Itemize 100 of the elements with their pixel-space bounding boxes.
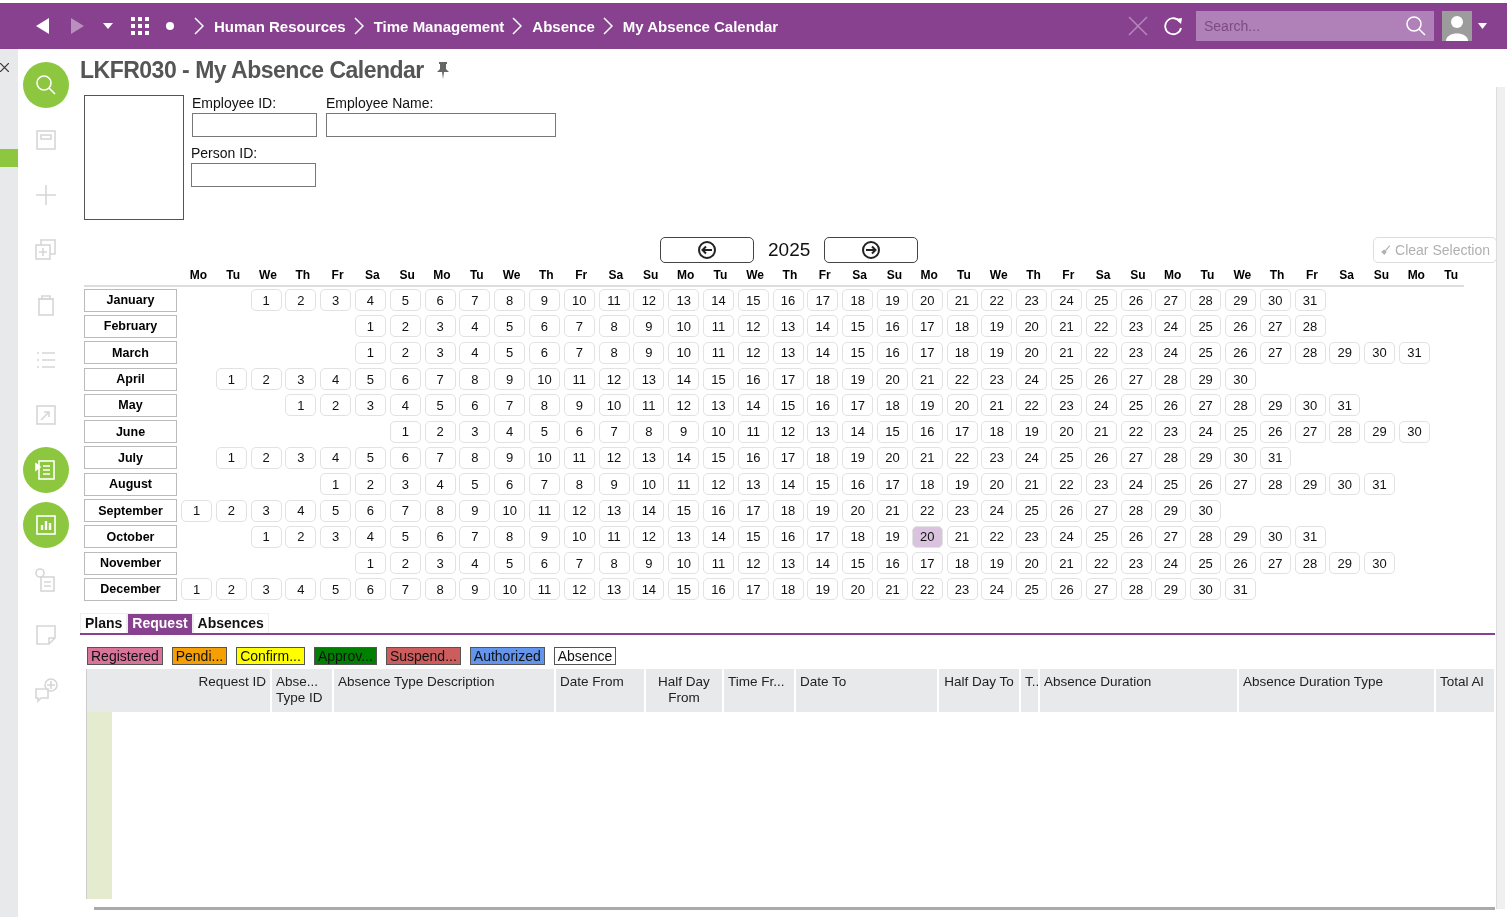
day-cell[interactable]: 24 [1016, 446, 1048, 469]
day-cell[interactable]: 15 [702, 368, 734, 391]
day-cell[interactable]: 19 [842, 368, 874, 391]
day-cell[interactable]: 27 [1190, 394, 1222, 417]
day-cell[interactable]: 6 [424, 525, 456, 548]
day-cell[interactable]: 20 [876, 446, 908, 469]
next-year-button[interactable] [824, 237, 919, 263]
day-cell[interactable]: 24 [1050, 289, 1082, 312]
day-cell[interactable]: 25 [1016, 578, 1048, 601]
day-cell[interactable]: 2 [215, 578, 247, 601]
day-cell[interactable]: 10 [702, 420, 734, 443]
day-cell[interactable]: 12 [563, 578, 595, 601]
day-cell[interactable]: 4 [494, 420, 526, 443]
day-cell[interactable]: 14 [668, 446, 700, 469]
day-cell[interactable]: 26 [1224, 341, 1256, 364]
day-cell[interactable]: 29 [1224, 289, 1256, 312]
day-cell[interactable]: 4 [459, 341, 491, 364]
day-cell[interactable]: 21 [911, 446, 943, 469]
day-cell[interactable]: 17 [911, 341, 943, 364]
day-cell[interactable]: 25 [1190, 315, 1222, 338]
day-cell[interactable]: 27 [1259, 341, 1291, 364]
day-cell[interactable]: 1 [320, 473, 352, 496]
day-cell[interactable]: 28 [1190, 525, 1222, 548]
day-cell[interactable]: 23 [1120, 552, 1152, 575]
day-cell[interactable]: 22 [911, 499, 943, 522]
day-cell[interactable]: 19 [981, 315, 1013, 338]
day-cell[interactable]: 25 [1085, 525, 1117, 548]
day-cell[interactable]: 9 [459, 499, 491, 522]
day-cell[interactable]: 22 [911, 578, 943, 601]
day-cell[interactable]: 25 [1224, 420, 1256, 443]
day-cell[interactable]: 20 [911, 525, 943, 548]
day-cell[interactable]: 30 [1190, 578, 1222, 601]
day-cell[interactable]: 13 [772, 552, 804, 575]
day-cell[interactable]: 23 [981, 446, 1013, 469]
day-cell[interactable]: 27 [1259, 315, 1291, 338]
day-cell[interactable]: 13 [772, 341, 804, 364]
day-cell[interactable]: 11 [702, 341, 734, 364]
column-header[interactable]: Absence Duration [1040, 668, 1239, 712]
day-cell[interactable]: 22 [981, 525, 1013, 548]
caret-icon[interactable] [102, 22, 114, 30]
month-button[interactable]: March [84, 341, 177, 365]
chart-tool-button[interactable] [23, 501, 69, 548]
day-cell[interactable]: 28 [1294, 315, 1326, 338]
day-cell[interactable]: 18 [946, 315, 978, 338]
day-cell[interactable]: 20 [1016, 315, 1048, 338]
day-cell[interactable]: 31 [1329, 394, 1361, 417]
day-cell[interactable]: 16 [842, 473, 874, 496]
day-cell[interactable]: 25 [1155, 473, 1187, 496]
day-cell[interactable]: 20 [842, 499, 874, 522]
column-header[interactable]: Half Day To [939, 668, 1021, 712]
day-cell[interactable]: 31 [1224, 578, 1256, 601]
day-cell[interactable]: 29 [1364, 420, 1396, 443]
day-cell[interactable]: 12 [563, 499, 595, 522]
day-cell[interactable]: 29 [1259, 394, 1291, 417]
day-cell[interactable]: 15 [807, 473, 839, 496]
day-cell[interactable]: 4 [459, 552, 491, 575]
day-cell[interactable]: 25 [1050, 446, 1082, 469]
day-cell[interactable]: 12 [633, 525, 665, 548]
day-cell[interactable]: 21 [946, 525, 978, 548]
day-cell[interactable]: 9 [598, 473, 630, 496]
day-cell[interactable]: 13 [737, 473, 769, 496]
day-cell[interactable]: 28 [1259, 473, 1291, 496]
day-cell[interactable]: 3 [320, 525, 352, 548]
day-cell[interactable]: 21 [981, 394, 1013, 417]
day-cell[interactable]: 10 [563, 289, 595, 312]
day-cell[interactable]: 5 [389, 525, 421, 548]
day-cell[interactable]: 26 [1190, 473, 1222, 496]
day-cell[interactable]: 7 [389, 499, 421, 522]
day-cell[interactable]: 26 [1120, 289, 1152, 312]
column-header[interactable]: Date From [556, 668, 646, 712]
day-cell[interactable]: 17 [737, 578, 769, 601]
tab[interactable]: Request [127, 612, 193, 633]
day-cell[interactable]: 29 [1190, 368, 1222, 391]
day-cell[interactable]: 10 [668, 341, 700, 364]
day-cell[interactable]: 22 [1085, 341, 1117, 364]
day-cell[interactable]: 8 [459, 368, 491, 391]
day-cell[interactable]: 22 [1050, 473, 1082, 496]
day-cell[interactable]: 18 [842, 525, 874, 548]
month-button[interactable]: June [84, 420, 177, 444]
day-cell[interactable]: 29 [1329, 552, 1361, 575]
day-cell[interactable]: 20 [1016, 341, 1048, 364]
day-cell[interactable]: 1 [215, 446, 247, 469]
day-cell[interactable]: 7 [563, 341, 595, 364]
month-button[interactable]: February [84, 314, 177, 338]
day-cell[interactable]: 19 [842, 446, 874, 469]
day-cell[interactable]: 28 [1224, 394, 1256, 417]
tab[interactable]: Plans [80, 612, 128, 633]
day-cell[interactable]: 23 [946, 499, 978, 522]
day-cell[interactable]: 21 [876, 578, 908, 601]
day-cell[interactable]: 8 [424, 499, 456, 522]
day-cell[interactable]: 12 [633, 289, 665, 312]
breadcrumb-link[interactable]: Absence [532, 17, 595, 35]
day-cell[interactable]: 12 [598, 368, 630, 391]
day-cell[interactable]: 8 [424, 578, 456, 601]
forward-icon[interactable] [68, 17, 86, 35]
day-cell[interactable]: 13 [702, 394, 734, 417]
day-cell[interactable]: 23 [1120, 315, 1152, 338]
day-cell[interactable]: 16 [911, 420, 943, 443]
day-cell[interactable]: 21 [1016, 473, 1048, 496]
day-cell[interactable]: 25 [1085, 289, 1117, 312]
